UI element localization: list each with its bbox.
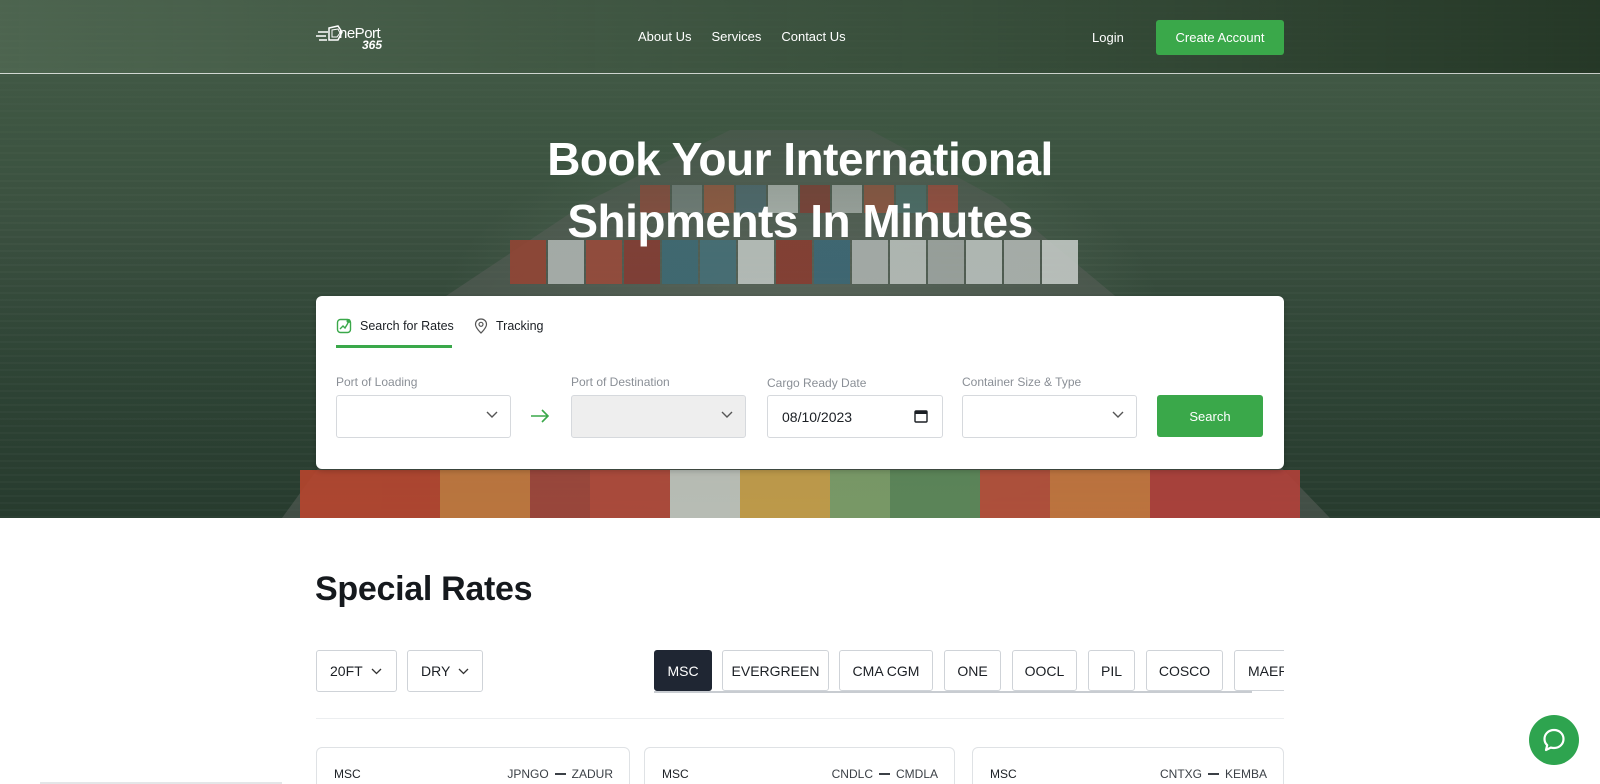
carrier-chip-cma-cgm[interactable]: CMA CGM — [839, 650, 933, 691]
rate-card-route: JPNGO ZADUR — [507, 767, 613, 781]
tab-search-for-rates-label: Search for Rates — [360, 319, 454, 333]
tab-tracking[interactable]: Tracking — [474, 318, 543, 334]
container-size-type-select[interactable] — [962, 395, 1137, 438]
size-filter-dropdown[interactable]: 20FT — [316, 650, 397, 692]
cargo-ready-date-input[interactable]: 08/10/2023 — [767, 395, 943, 438]
logo-number: 365 — [362, 38, 383, 52]
chevron-down-icon — [1112, 411, 1124, 418]
rate-card-origin: CNDLC — [831, 767, 873, 781]
route-dash — [554, 773, 566, 775]
chevron-down-icon — [371, 668, 382, 674]
chevron-down-icon — [721, 411, 733, 418]
hero-title-line2: Shipments In Minutes — [567, 195, 1033, 247]
special-rates-title: Special Rates — [315, 570, 533, 608]
chat-button[interactable] — [1529, 715, 1579, 765]
route-dash — [1207, 773, 1219, 775]
cargo-ready-date-label: Cargo Ready Date — [767, 376, 867, 390]
section-divider — [316, 718, 1284, 719]
top-navbar: nePort 365 About Us Services Contact Us … — [0, 0, 1600, 74]
carrier-chip-evergreen[interactable]: EVERGREEN — [722, 650, 829, 691]
carrier-chip-maersk[interactable]: MAER — [1234, 650, 1284, 691]
login-link[interactable]: Login — [1092, 30, 1124, 45]
location-pin-icon — [474, 318, 488, 334]
carrier-chip-cosco[interactable]: COSCO — [1146, 650, 1223, 691]
route-dash — [878, 773, 890, 775]
chat-bubble-icon — [1543, 728, 1565, 752]
tab-tracking-label: Tracking — [496, 319, 544, 333]
calendar-icon[interactable] — [914, 409, 928, 423]
port-of-destination-select[interactable] — [571, 395, 746, 438]
carrier-chip-scrollbar[interactable] — [654, 691, 1252, 693]
hero-title: Book Your International Shipments In Min… — [500, 128, 1100, 252]
port-of-loading-select[interactable] — [336, 395, 511, 438]
rate-card-origin: JPNGO — [507, 767, 549, 781]
carrier-chip-list: MSC EVERGREEN CMA CGM ONE OOCL PIL COSCO… — [654, 650, 1284, 692]
type-filter-value: DRY — [421, 663, 451, 679]
carrier-chip-oocl[interactable]: OOCL — [1012, 650, 1077, 691]
create-account-button[interactable]: Create Account — [1156, 20, 1284, 55]
rate-card-origin: CNTXG — [1159, 767, 1202, 781]
search-button[interactable]: Search — [1157, 395, 1263, 437]
arrow-right-icon — [531, 409, 550, 423]
rate-card-destination: KEMBA — [1224, 767, 1267, 781]
container-size-type-label: Container Size & Type — [962, 375, 1082, 389]
rate-card-destination: ZADUR — [571, 767, 613, 781]
type-filter-dropdown[interactable]: DRY — [407, 650, 483, 692]
rate-card-carrier: MSC — [662, 767, 689, 781]
carrier-chip-pil[interactable]: PIL — [1088, 650, 1135, 691]
main-nav: About Us Services Contact Us — [638, 29, 846, 44]
active-tab-underline — [336, 345, 452, 348]
port-of-destination-label: Port of Destination — [571, 375, 670, 389]
carrier-chip-msc[interactable]: MSC — [654, 650, 712, 691]
rate-card[interactable]: MSC CNTXG KEMBA — [972, 747, 1284, 784]
nav-services[interactable]: Services — [711, 29, 761, 44]
rate-card-carrier: MSC — [334, 767, 361, 781]
chart-up-icon — [336, 318, 352, 334]
tab-search-for-rates[interactable]: Search for Rates — [336, 318, 454, 334]
port-of-loading-label: Port of Loading — [336, 375, 418, 389]
rate-card[interactable]: MSC JPNGO ZADUR — [316, 747, 630, 784]
hero-title-line1: Book Your International — [547, 133, 1053, 185]
nav-about-us[interactable]: About Us — [638, 29, 691, 44]
chevron-down-icon — [486, 411, 498, 418]
search-card: Search for Rates Tracking Port of Loadin… — [316, 296, 1284, 469]
rate-card-destination: CMDLA — [895, 767, 938, 781]
rate-card-carrier: MSC — [990, 767, 1017, 781]
rate-card-route: CNTXG KEMBA — [1160, 767, 1267, 781]
chevron-down-icon — [458, 668, 469, 674]
rate-card-route: CNDLC CMDLA — [832, 767, 938, 781]
cargo-ready-date-value: 08/10/2023 — [782, 409, 853, 425]
nav-contact-us[interactable]: Contact Us — [781, 29, 845, 44]
hero-banner: nePort 365 About Us Services Contact Us … — [0, 0, 1600, 518]
rate-card[interactable]: MSC CNDLC CMDLA — [644, 747, 955, 784]
carrier-chip-one[interactable]: ONE — [944, 650, 1001, 691]
size-filter-value: 20FT — [330, 663, 363, 679]
